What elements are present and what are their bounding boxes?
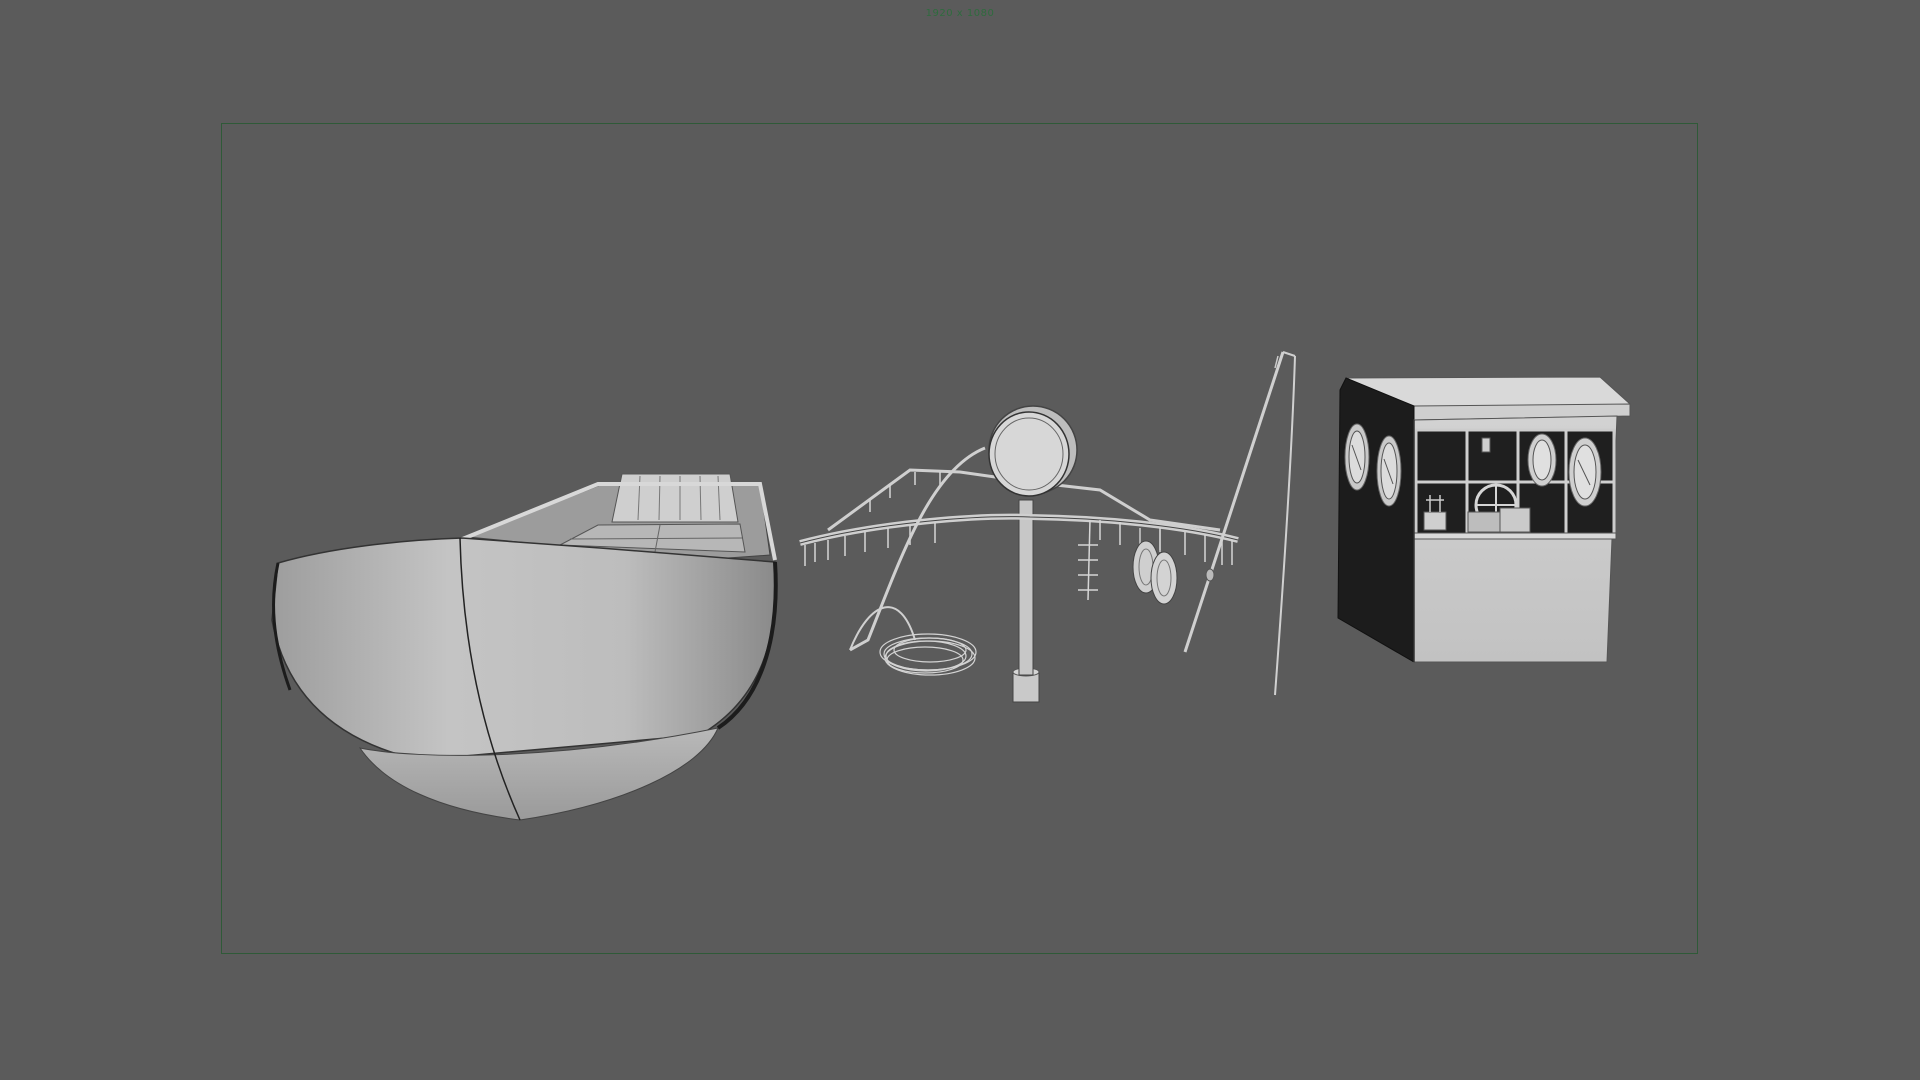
mast-rig-model[interactable] — [799, 405, 1239, 703]
3d-viewport[interactable]: 1920 x 1080 — [0, 0, 1920, 1080]
scene-canvas[interactable] — [0, 0, 1920, 1080]
fishing-rod-model[interactable] — [1183, 351, 1296, 696]
cabin-model[interactable] — [1337, 376, 1631, 663]
fender-pair — [1132, 528, 1178, 605]
rope-coil — [879, 633, 977, 676]
boat-model[interactable] — [271, 473, 778, 821]
